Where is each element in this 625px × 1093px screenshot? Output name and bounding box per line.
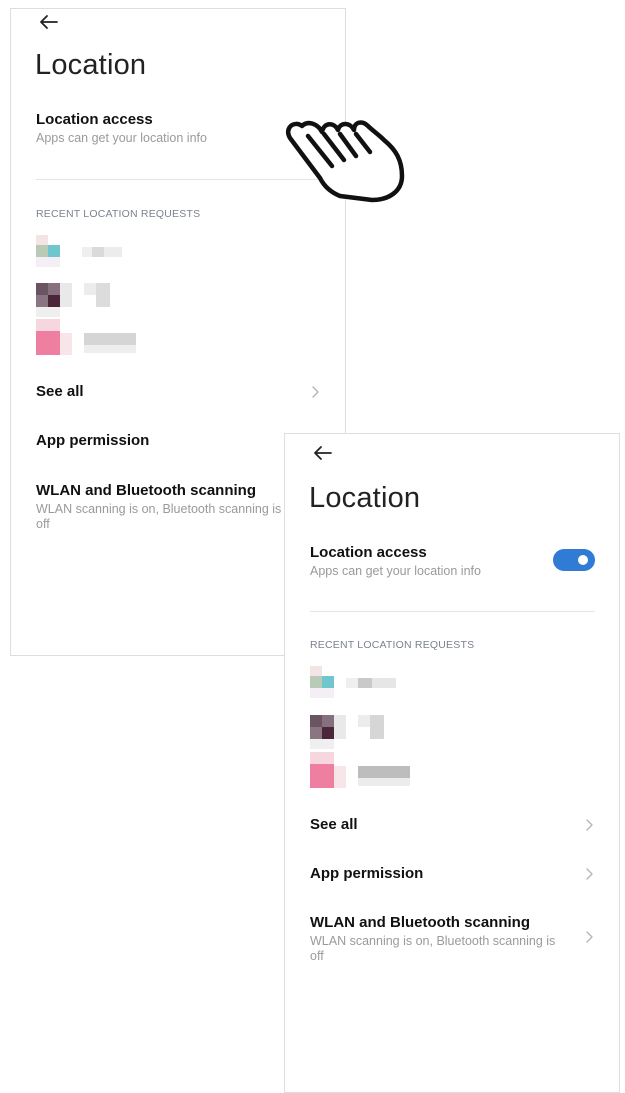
wlan-bluetooth-subtitle: WLAN scanning is on, Bluetooth scanning … [36, 502, 282, 531]
recent-app-item[interactable] [310, 752, 430, 792]
location-access-title: Location access [36, 111, 153, 128]
see-all-row[interactable]: See all [36, 383, 321, 401]
recent-app-item[interactable] [310, 666, 430, 698]
wlan-bluetooth-title: WLAN and Bluetooth scanning [310, 914, 530, 931]
recent-app-item[interactable] [36, 235, 156, 267]
chevron-right-icon [312, 386, 319, 398]
back-arrow-icon[interactable] [311, 442, 333, 464]
recent-requests-header: RECENT LOCATION REQUESTS [36, 208, 201, 220]
app-permission-label: App permission [36, 432, 150, 449]
app-permission-row[interactable]: App permission [310, 865, 595, 883]
page-title: Location [35, 49, 147, 81]
divider [310, 611, 595, 612]
tap-hand-icon [285, 120, 405, 203]
recent-app-item[interactable] [310, 715, 430, 749]
page-title: Location [309, 482, 421, 514]
wlan-bluetooth-title: WLAN and Bluetooth scanning [36, 482, 256, 499]
location-access-toggle[interactable] [553, 549, 595, 571]
wlan-bluetooth-row[interactable]: WLAN and Bluetooth scanning WLAN scannin… [36, 482, 285, 532]
wlan-bluetooth-row[interactable]: WLAN and Bluetooth scanning WLAN scannin… [310, 914, 595, 964]
divider [36, 179, 321, 180]
location-access-subtitle: Apps can get your location info [310, 564, 481, 578]
chevron-right-icon [586, 868, 593, 880]
chevron-right-icon [586, 931, 593, 943]
recent-app-item[interactable] [36, 283, 156, 317]
location-access-row[interactable]: Location access Apps can get your locati… [310, 544, 539, 579]
settings-screen-after: Location Location access Apps can get yo… [284, 433, 620, 1093]
app-permission-row[interactable]: App permission [36, 432, 321, 450]
see-all-label: See all [36, 383, 84, 400]
toggle-knob [578, 555, 588, 565]
app-permission-label: App permission [310, 865, 424, 882]
recent-app-item[interactable] [36, 319, 156, 359]
location-access-title: Location access [310, 544, 427, 561]
see-all-row[interactable]: See all [310, 816, 595, 834]
recent-requests-header: RECENT LOCATION REQUESTS [310, 639, 475, 651]
location-access-subtitle: Apps can get your location info [36, 131, 207, 145]
wlan-bluetooth-subtitle: WLAN scanning is on, Bluetooth scanning … [310, 934, 556, 963]
see-all-label: See all [310, 816, 358, 833]
back-arrow-icon[interactable] [37, 11, 59, 33]
location-access-row[interactable]: Location access Apps can get your locati… [36, 111, 321, 146]
chevron-right-icon [586, 819, 593, 831]
